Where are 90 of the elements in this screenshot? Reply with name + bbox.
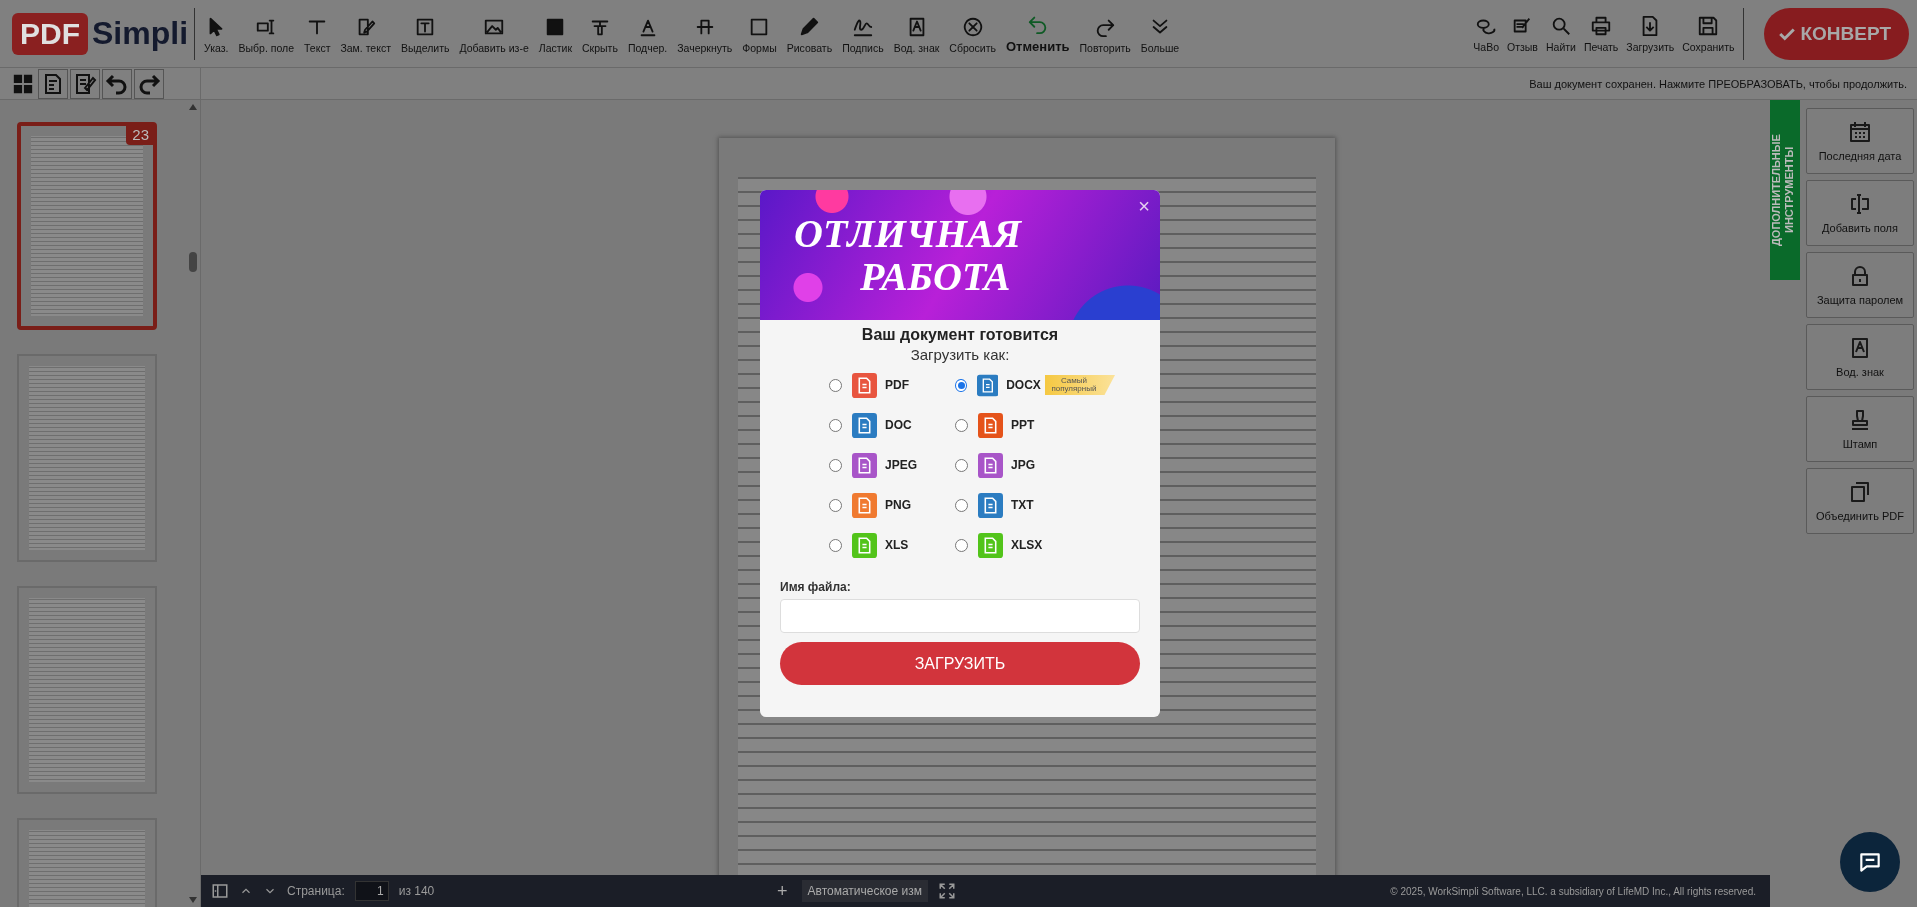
side-tool-button[interactable]: Добавить поля xyxy=(1806,180,1914,246)
logo-name: Simpli xyxy=(92,15,188,52)
toolbar-button[interactable]: Скрыть xyxy=(579,14,621,56)
side-tool-button[interactable]: Штамп xyxy=(1806,396,1914,462)
toolbar-button[interactable]: Указ. xyxy=(201,14,232,56)
redo-icon[interactable] xyxy=(134,68,164,99)
page-number-badge: 23 xyxy=(126,124,155,145)
toolbar-button[interactable]: Загрузить xyxy=(1623,12,1678,55)
filename-label: Имя файла: xyxy=(780,580,851,594)
format-label[interactable]: XLS xyxy=(885,538,909,552)
format-radio[interactable] xyxy=(955,458,968,472)
format-label[interactable]: TXT xyxy=(1011,498,1034,512)
scroll-up-icon[interactable] xyxy=(188,102,198,112)
copyright-text: © 2025, WorkSimpli Software, LLC. a subsidiary of LifeMD Inc., All rights reserved. xyxy=(1390,885,1756,897)
copy-icon xyxy=(1848,480,1872,504)
toolbar-button[interactable]: Выбр. поле xyxy=(235,14,297,56)
undo-icon[interactable] xyxy=(102,68,132,99)
logo-badge: PDF xyxy=(12,12,88,55)
format-label[interactable]: PPT xyxy=(1011,418,1035,432)
format-radio[interactable] xyxy=(829,538,842,552)
toolbar-button[interactable]: Добавить из-е xyxy=(456,14,532,56)
convert-button[interactable]: КОНВЕРТ xyxy=(1764,7,1909,60)
side-tool-button[interactable]: Объединить PDF xyxy=(1806,468,1914,534)
zoom-dropdown[interactable]: Автоматическое изм xyxy=(801,880,928,902)
filename-field[interactable] xyxy=(780,599,1140,633)
toolbar-button[interactable]: Больше xyxy=(1137,14,1183,56)
format-label[interactable]: PNG xyxy=(885,498,911,512)
format-label[interactable]: PDF xyxy=(885,378,909,392)
banner-heading: ОТЛИЧНАЯ xyxy=(794,212,1023,255)
status-message: Ваш документ сохранен. Нажмите ПРЕОБРАЗОВАТЬ, чтобы продолжить. xyxy=(1529,77,1907,90)
scroll-down-icon[interactable] xyxy=(188,895,198,905)
toolbar-button[interactable]: Отменить xyxy=(1003,11,1073,56)
banner-heading: РАБОТА xyxy=(859,255,1012,298)
format-label[interactable]: DOCX xyxy=(1006,378,1041,392)
toolbar-button[interactable]: Отзыв xyxy=(1504,12,1541,55)
toolbar-button[interactable]: Повторить xyxy=(1076,14,1134,56)
page-label: Страница: xyxy=(287,884,345,898)
sidebar-toggle-icon[interactable] xyxy=(211,882,229,900)
dialog-title: Ваш документ готовится xyxy=(861,326,1059,344)
page-thumbnail[interactable] xyxy=(17,354,157,562)
toolbar-button[interactable]: Сохранить xyxy=(1679,12,1738,55)
format-radio[interactable] xyxy=(955,538,968,552)
side-tool-button[interactable]: Вод. знак xyxy=(1806,324,1914,390)
popular-badge: Самый популярный xyxy=(1044,375,1115,395)
dialog-subtitle: Загрузить как: xyxy=(910,346,1010,363)
toolbar-button[interactable]: Вод. знак xyxy=(890,14,943,56)
format-radio[interactable] xyxy=(829,498,842,512)
save-icon xyxy=(1697,14,1720,37)
format-label[interactable]: DOC xyxy=(885,418,912,432)
side-tool-button[interactable]: Защита паролем xyxy=(1806,252,1914,318)
toolbar-button[interactable]: Зам. текст xyxy=(337,14,394,56)
toolbar-button[interactable]: Сбросить xyxy=(946,14,999,56)
zoom-in-button[interactable]: + xyxy=(773,880,792,902)
side-tool-button[interactable]: Последняя дата xyxy=(1806,108,1914,174)
format-label[interactable]: JPEG xyxy=(885,458,917,472)
printer-icon xyxy=(1590,14,1613,37)
toolbar-button[interactable]: Рисовать xyxy=(783,14,836,56)
toolbar-button[interactable]: Подпись xyxy=(839,14,887,56)
toolbar-button[interactable]: Ластик xyxy=(535,14,576,56)
page-thumbnail[interactable] xyxy=(17,586,157,794)
toolbar-button[interactable]: ЧаВо xyxy=(1470,12,1503,55)
toolbar-button[interactable]: Выделить xyxy=(398,14,453,56)
text-field-icon xyxy=(1848,192,1872,216)
format-radio[interactable] xyxy=(829,378,842,392)
toolbar-button[interactable]: Печать xyxy=(1580,12,1622,55)
format-radio[interactable] xyxy=(955,498,968,512)
download-button[interactable]: ЗАГРУЗИТЬ xyxy=(780,642,1140,685)
format-label[interactable]: JPG xyxy=(1011,458,1035,472)
scrollbar-thumb[interactable] xyxy=(189,252,197,272)
toolbar-button[interactable]: Текст xyxy=(301,14,334,56)
page-thumbnail[interactable]: 23 xyxy=(17,122,157,330)
fullscreen-icon[interactable] xyxy=(938,882,956,900)
document-settings-icon[interactable] xyxy=(38,68,68,99)
format-radio[interactable] xyxy=(955,378,967,392)
page-total: из 140 xyxy=(398,884,435,898)
page-number-field[interactable]: 1 xyxy=(354,881,389,901)
toolbar-button[interactable]: Зачеркнуть xyxy=(674,14,736,56)
toolbar-button[interactable]: Формы xyxy=(739,14,780,56)
format-radio[interactable] xyxy=(829,458,842,472)
pencil-icon xyxy=(798,16,821,38)
format-label[interactable]: XLSX xyxy=(1011,538,1043,552)
format-radio[interactable] xyxy=(955,418,968,432)
toolbar-button[interactable]: Подчер. xyxy=(624,14,671,56)
side-panel-tab[interactable]: ДОПОЛНИТЕЛЬНЫЕ ИНСТРУМЕНТЫ xyxy=(1770,100,1800,280)
close-button[interactable]: × xyxy=(1136,196,1152,216)
reset-icon xyxy=(961,16,984,38)
format-radio[interactable] xyxy=(829,418,842,432)
edit-document-icon[interactable] xyxy=(70,68,100,99)
calendar-icon xyxy=(1848,120,1872,144)
toolbar-button[interactable]: Найти xyxy=(1542,12,1579,55)
